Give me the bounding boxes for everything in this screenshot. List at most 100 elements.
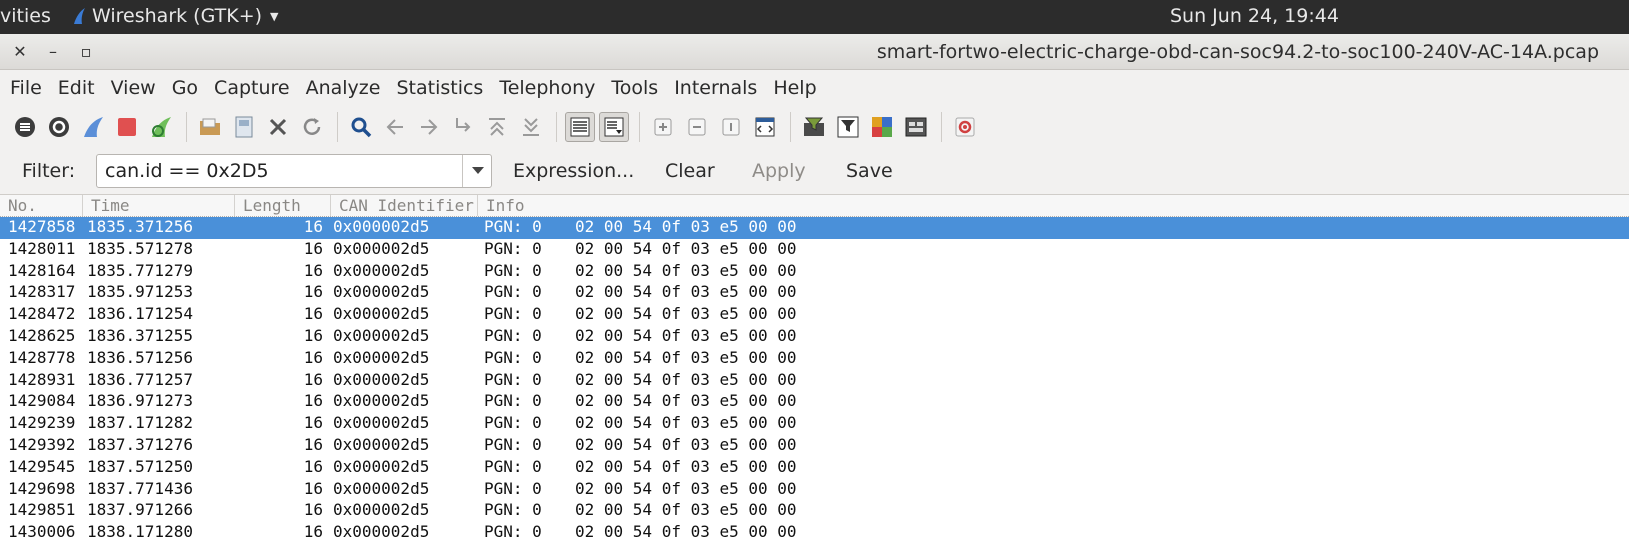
menu-telephony[interactable]: Telephony xyxy=(499,77,595,99)
capture-filters-icon[interactable] xyxy=(799,112,829,142)
menu-go[interactable]: Go xyxy=(172,77,198,99)
table-row[interactable]: 1428778 1836.571256 16 0x000002d5 PGN: 0 02 0… xyxy=(0,348,1629,370)
menu-file[interactable]: File xyxy=(10,77,42,99)
column-header-no[interactable]: No. xyxy=(0,195,83,216)
info-data-bytes: 02 00 54 0f 03 e5 00 00 xyxy=(575,325,797,345)
maximize-window-button[interactable]: ▫ xyxy=(76,42,96,62)
table-row[interactable]: 1429084 1836.971273 16 0x000002d5 PGN: 0 02 0… xyxy=(0,391,1629,413)
last-packet-icon[interactable] xyxy=(516,112,546,142)
find-packet-icon[interactable] xyxy=(346,112,376,142)
cell-info: PGN: 0 02 00 54 0f 03 e5 00 00 xyxy=(476,435,797,457)
restart-capture-icon[interactable] xyxy=(146,112,176,142)
apply-filter-button[interactable]: Apply xyxy=(752,160,806,182)
cell-time: 1837.771436 xyxy=(87,478,193,498)
info-pgn: PGN: 0 xyxy=(484,369,542,389)
column-header-time[interactable]: Time xyxy=(83,195,235,216)
cell-length: 16 xyxy=(303,347,323,367)
cell-length: 16 xyxy=(303,500,323,520)
cell-can-identifier: 0x000002d5 xyxy=(333,238,430,258)
table-row[interactable]: 1428931 1836.771257 16 0x000002d5 PGN: 0 02 0… xyxy=(0,370,1629,392)
toolbar-separator xyxy=(556,112,557,142)
cell-info: PGN: 0 02 00 54 0f 03 e5 00 00 xyxy=(476,457,797,479)
table-row[interactable]: 1429239 1837.171282 16 0x000002d5 PGN: 0 02 0… xyxy=(0,413,1629,435)
close-window-button[interactable]: ✕ xyxy=(10,42,30,62)
clock[interactable]: Sun Jun 24, 19:44 xyxy=(1170,5,1339,27)
colorize-icon[interactable] xyxy=(565,112,595,142)
cell-time: 1835.371256 xyxy=(87,217,193,236)
save-file-icon[interactable] xyxy=(229,112,259,142)
menu-analyze[interactable]: Analyze xyxy=(306,77,381,99)
cell-no: 1430006 xyxy=(8,522,76,542)
table-row[interactable]: 1428011 1835.571278 16 0x000002d5 PGN: 0 02 0… xyxy=(0,239,1629,261)
save-filter-button[interactable]: Save xyxy=(846,160,893,182)
go-to-packet-icon[interactable] xyxy=(448,112,478,142)
coloring-rules-icon[interactable] xyxy=(867,112,897,142)
cell-no: 1427858 xyxy=(8,217,76,236)
activities-button[interactable]: vities xyxy=(0,5,51,27)
table-row[interactable]: 1429392 1837.371276 16 0x000002d5 PGN: 0 02 0… xyxy=(0,435,1629,457)
expression-button[interactable]: Expression... xyxy=(513,160,634,182)
info-data-bytes: 02 00 54 0f 03 e5 00 00 xyxy=(575,217,797,236)
table-row[interactable]: 1427858 1835.371256 16 0x000002d5 PGN: 0 02 0… xyxy=(0,217,1629,239)
cell-can-identifier: 0x000002d5 xyxy=(333,413,430,433)
table-row[interactable]: 1429698 1837.771436 16 0x000002d5 PGN: 0 02 0… xyxy=(0,479,1629,501)
autoscroll-icon[interactable] xyxy=(599,112,629,142)
zoom-in-icon[interactable] xyxy=(648,112,678,142)
chevron-down-icon xyxy=(471,167,484,174)
preferences-icon[interactable] xyxy=(901,112,931,142)
info-pgn: PGN: 0 xyxy=(484,500,542,520)
minimize-window-button[interactable]: – xyxy=(43,42,63,62)
open-file-icon[interactable] xyxy=(195,112,225,142)
info-pgn: PGN: 0 xyxy=(484,347,542,367)
normal-size-icon[interactable] xyxy=(716,112,746,142)
resize-columns-icon[interactable] xyxy=(750,112,780,142)
display-filters-icon[interactable] xyxy=(833,112,863,142)
reload-icon[interactable] xyxy=(297,112,327,142)
menu-capture[interactable]: Capture xyxy=(214,77,290,99)
info-pgn: PGN: 0 xyxy=(484,413,542,433)
table-row[interactable]: 1428164 1835.771279 16 0x000002d5 PGN: 0 02 0… xyxy=(0,261,1629,283)
menu-internals[interactable]: Internals xyxy=(674,77,757,99)
info-pgn: PGN: 0 xyxy=(484,304,542,324)
column-header-info[interactable]: Info xyxy=(478,195,1629,216)
column-header-can-identifier[interactable]: CAN Identifier xyxy=(331,195,478,216)
menu-view[interactable]: View xyxy=(111,77,156,99)
column-header-length[interactable]: Length xyxy=(235,195,331,216)
cell-info: PGN: 0 02 00 54 0f 03 e5 00 00 xyxy=(476,370,797,392)
menu-help[interactable]: Help xyxy=(773,77,816,99)
menu-tools[interactable]: Tools xyxy=(611,77,658,99)
cell-no: 1428164 xyxy=(8,260,76,280)
cell-no: 1429698 xyxy=(8,478,76,498)
table-row[interactable]: 1429851 1837.971266 16 0x000002d5 PGN: 0 02 0… xyxy=(0,500,1629,522)
menu-edit[interactable]: Edit xyxy=(58,77,95,99)
table-row[interactable]: 1428472 1836.171254 16 0x000002d5 PGN: 0 02 0… xyxy=(0,304,1629,326)
app-name: Wireshark (GTK+) xyxy=(92,5,263,27)
first-packet-icon[interactable] xyxy=(482,112,512,142)
table-row[interactable]: 1428625 1836.371255 16 0x000002d5 PGN: 0 02 0… xyxy=(0,326,1629,348)
toolbar-separator xyxy=(941,112,942,142)
toolbar-separator xyxy=(186,112,187,142)
info-pgn: PGN: 0 xyxy=(484,478,542,498)
filter-history-dropdown[interactable] xyxy=(462,155,492,187)
help-icon[interactable] xyxy=(950,112,980,142)
zoom-out-icon[interactable] xyxy=(682,112,712,142)
display-filter-input[interactable]: can.id == 0x2D5 xyxy=(96,154,492,188)
start-capture-icon[interactable] xyxy=(78,112,108,142)
info-data-bytes: 02 00 54 0f 03 e5 00 00 xyxy=(575,413,797,433)
clear-filter-button[interactable]: Clear xyxy=(665,160,715,182)
info-data-bytes: 02 00 54 0f 03 e5 00 00 xyxy=(575,456,797,476)
table-row[interactable]: 1429545 1837.571250 16 0x000002d5 PGN: 0 02 0… xyxy=(0,457,1629,479)
table-row[interactable]: 1428317 1835.971253 16 0x000002d5 PGN: 0 02 0… xyxy=(0,282,1629,304)
options-icon[interactable] xyxy=(44,112,74,142)
go-back-icon[interactable] xyxy=(380,112,410,142)
table-row[interactable]: 1430006 1838.171280 16 0x000002d5 PGN: 0 02 0… xyxy=(0,522,1629,544)
info-data-bytes: 02 00 54 0f 03 e5 00 00 xyxy=(575,522,797,542)
go-forward-icon[interactable] xyxy=(414,112,444,142)
filter-bar: Filter: can.id == 0x2D5 Expression... Cl… xyxy=(0,150,1629,194)
packet-list[interactable]: No. Time Length CAN Identifier Info 1427… xyxy=(0,194,1629,549)
close-file-icon[interactable] xyxy=(263,112,293,142)
menu-statistics[interactable]: Statistics xyxy=(396,77,483,99)
interfaces-icon[interactable] xyxy=(10,112,40,142)
stop-capture-icon[interactable] xyxy=(112,112,142,142)
app-menu-button[interactable]: Wireshark (GTK+) ▼ xyxy=(72,5,279,27)
